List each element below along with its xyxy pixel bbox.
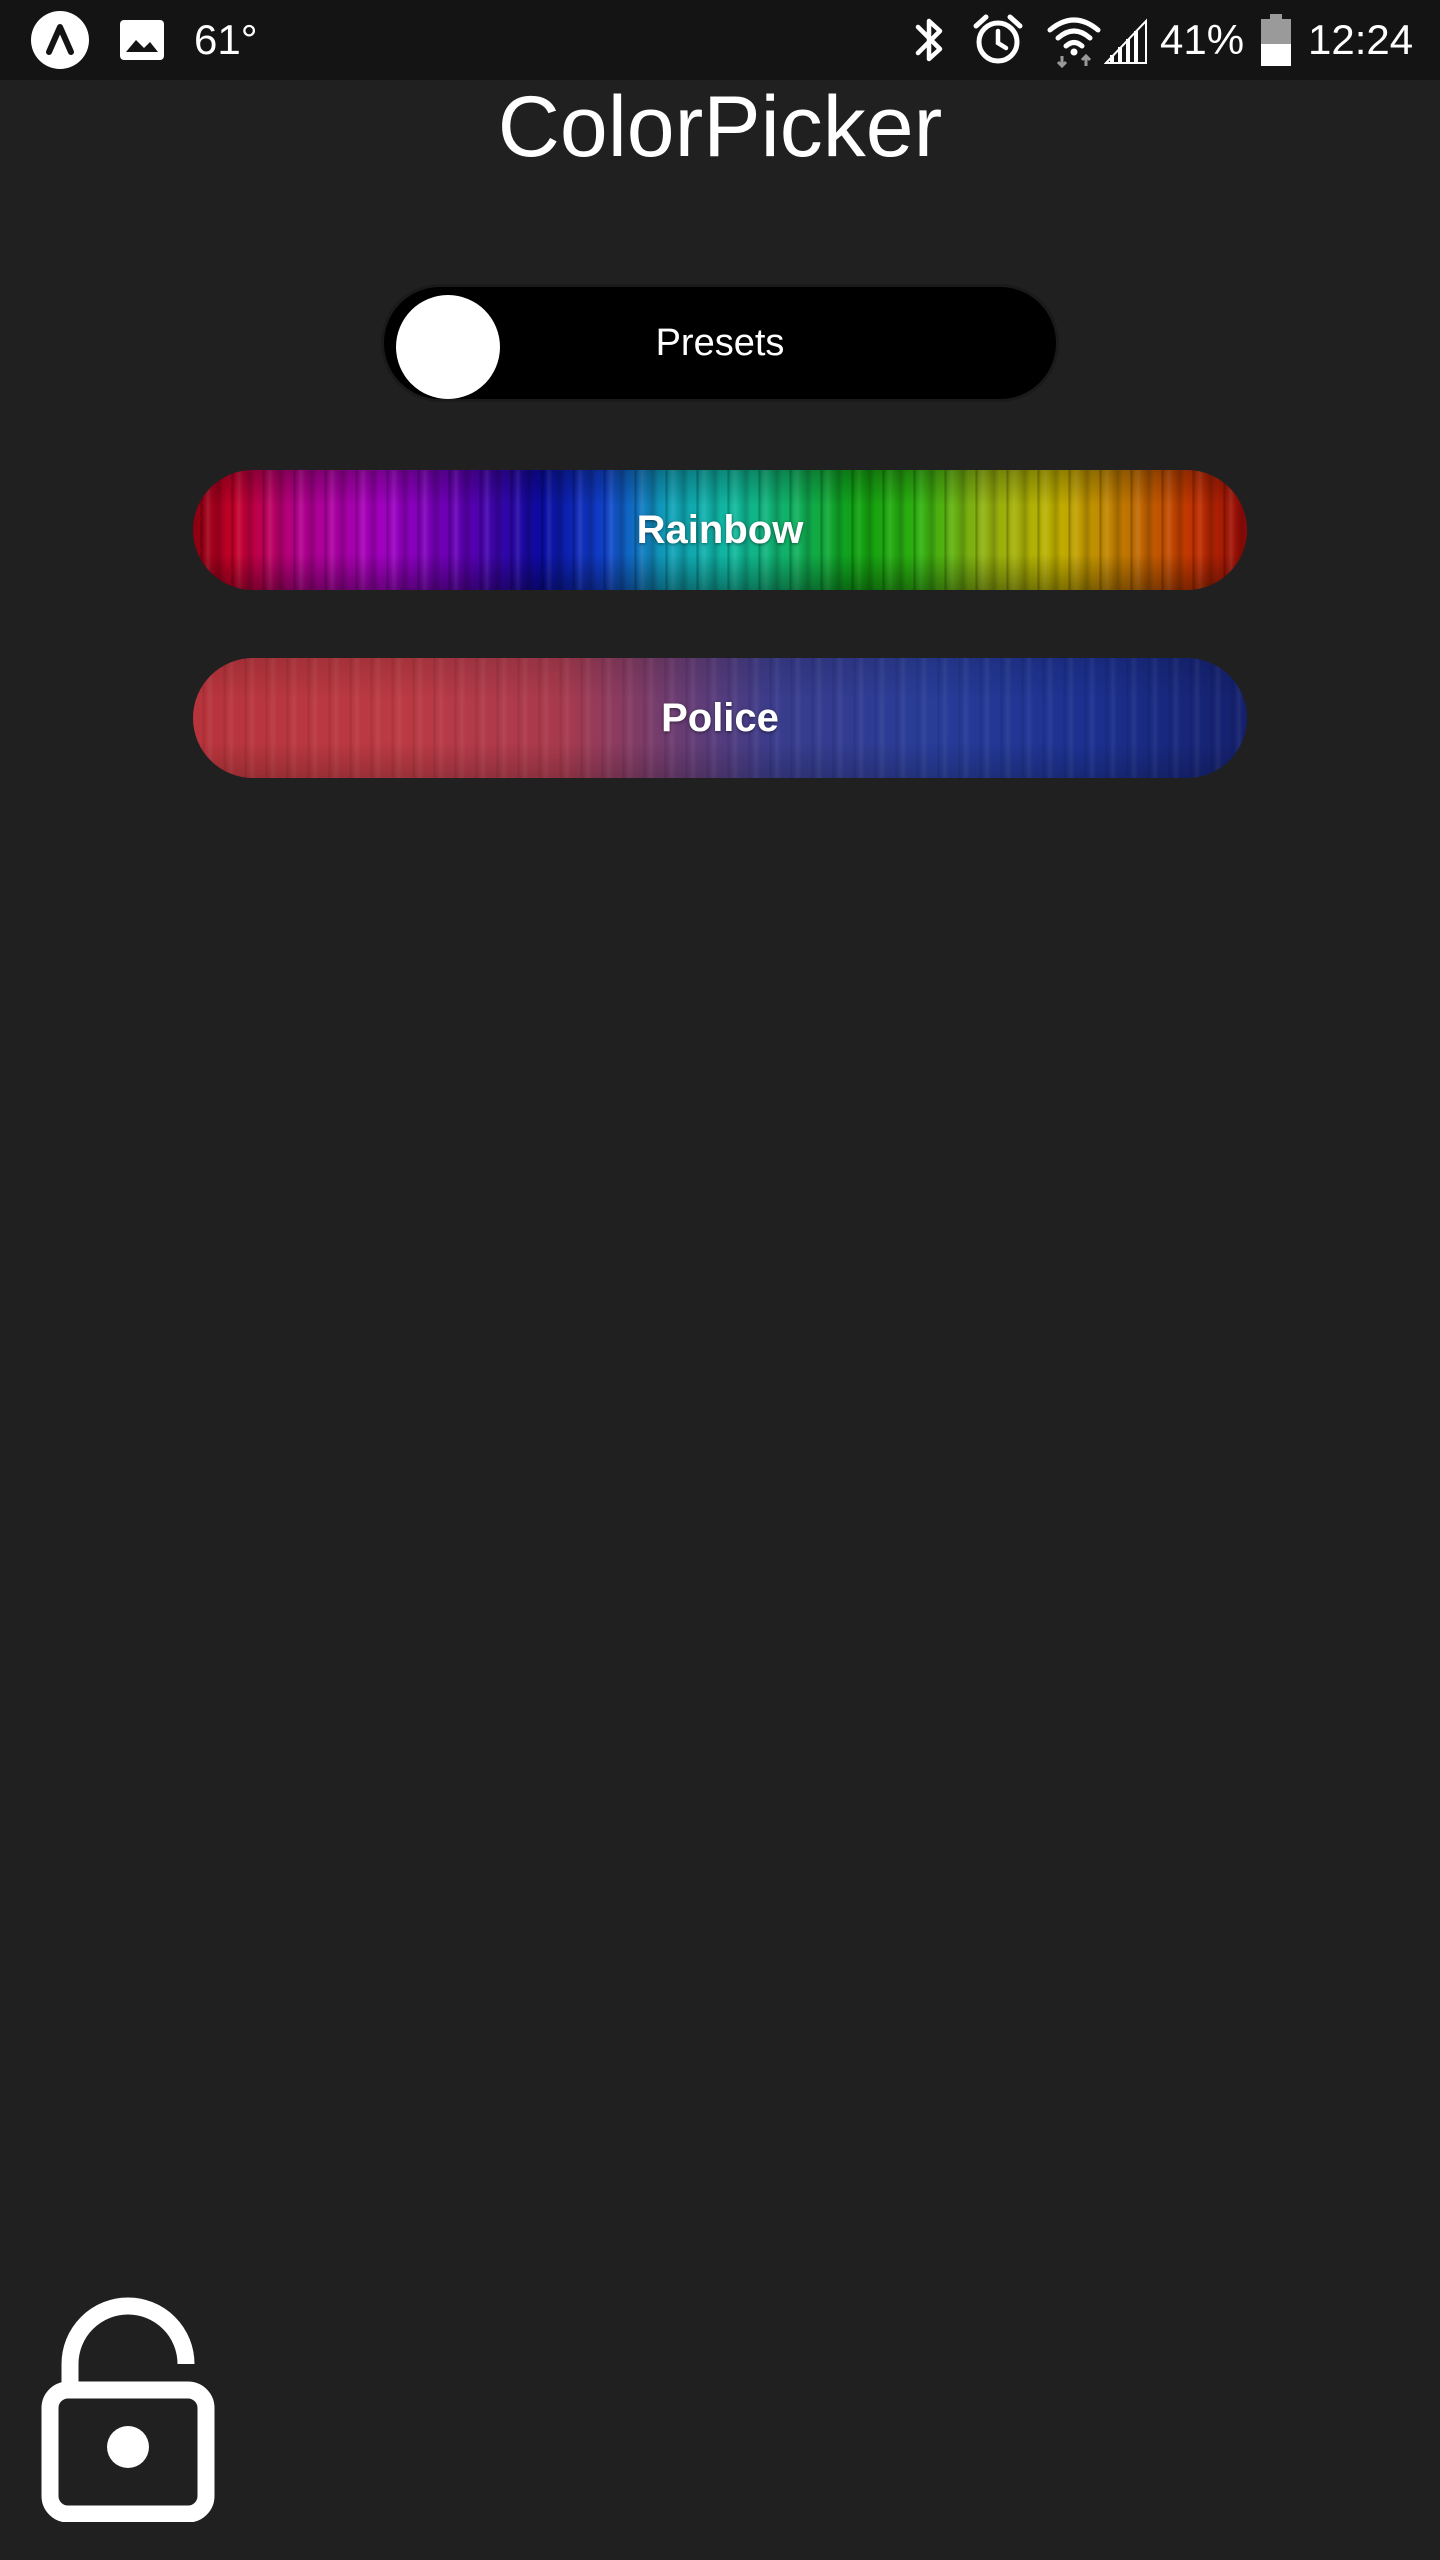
unlocked-padlock-icon[interactable] (38, 2292, 218, 2523)
presets-toggle[interactable]: Presets (381, 284, 1059, 402)
rainbow-preset-button[interactable]: Rainbow (193, 470, 1247, 590)
temperature: 61° (194, 16, 258, 63)
presets-toggle-label: Presets (655, 321, 785, 364)
police-preset-button[interactable]: Police (193, 658, 1247, 778)
page-title: ColorPicker (497, 79, 943, 175)
image-icon (118, 0, 166, 80)
rainbow-preset-label: Rainbow (636, 507, 804, 552)
cell-signal-icon (1104, 0, 1148, 80)
alarm-icon (970, 0, 1026, 80)
app-logo-icon (30, 0, 90, 80)
clock: 12:24 (1308, 16, 1414, 63)
bluetooth-icon (910, 0, 950, 80)
app-screen: 61° 41% 12:24 ColorPicker Presets Rainbo… (0, 0, 1440, 2560)
wifi-icon (1046, 0, 1102, 80)
battery-percent: 41% (1160, 16, 1245, 63)
police-preset-label: Police (661, 695, 779, 740)
status-bar: 61° 41% 12:24 (0, 0, 1440, 80)
battery-icon (1258, 0, 1294, 80)
